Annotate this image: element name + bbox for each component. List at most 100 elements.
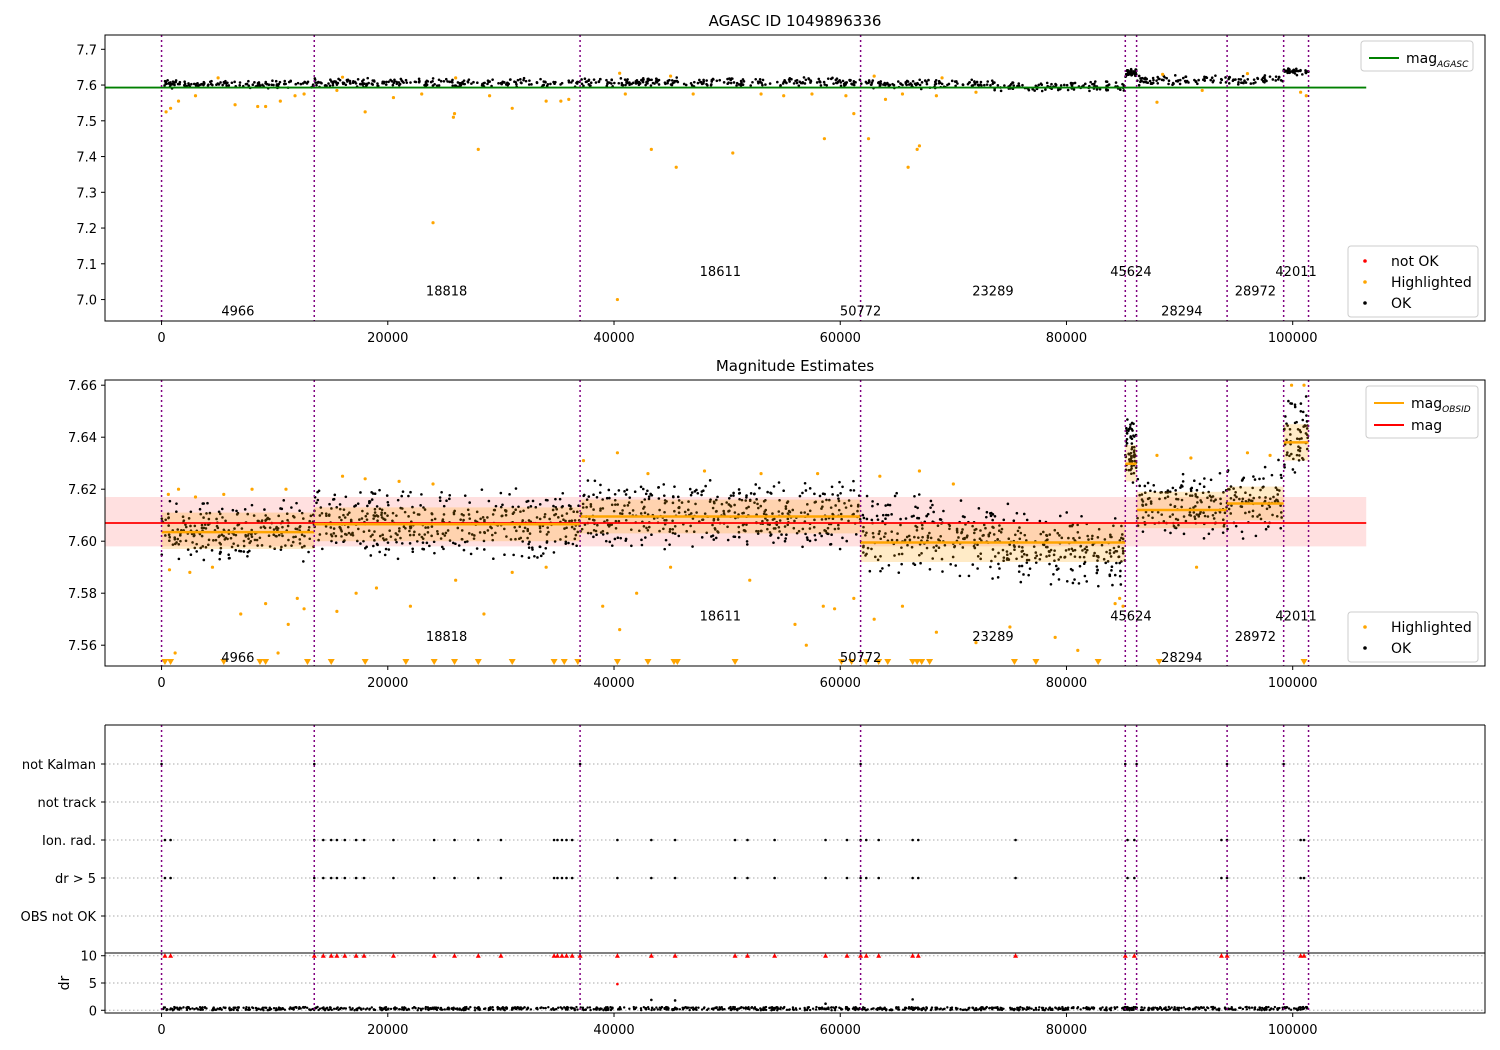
- dr-point: [1113, 1006, 1116, 1009]
- obsid-label: 50772: [840, 304, 881, 319]
- ok-point: [754, 483, 758, 486]
- ok-point: [168, 499, 172, 503]
- ok-point: [375, 505, 379, 508]
- ok-point: [248, 549, 251, 553]
- highlighted-point: [239, 612, 243, 616]
- dr-point: [1016, 1007, 1020, 1010]
- ok-point: [541, 84, 545, 87]
- figure: AGASC ID 1049896336 4966 18818 18611 50772 2…: [21, 12, 1486, 1038]
- flag-point: [746, 876, 749, 880]
- ok-point: [878, 83, 882, 86]
- ok-point: [1141, 530, 1145, 533]
- flag-point: [329, 876, 333, 880]
- y-tick-label: 10: [80, 950, 97, 965]
- ok-point: [823, 492, 826, 496]
- dr-point: [697, 1006, 700, 1009]
- ok-point: [519, 78, 522, 81]
- highlighted-point: [1155, 453, 1159, 457]
- dr-point: [687, 1006, 690, 1009]
- dr-point: [478, 1008, 481, 1012]
- dr-point: [417, 1007, 420, 1010]
- ok-point: [672, 495, 675, 499]
- ok-point: [940, 82, 944, 86]
- dr-point: [165, 1007, 169, 1011]
- ok-point: [1274, 75, 1278, 78]
- ok-point: [1130, 442, 1134, 445]
- dr-point: [332, 1007, 336, 1010]
- ok-point: [849, 488, 852, 492]
- dr-point: [483, 1007, 487, 1010]
- dr-point: [1299, 1006, 1303, 1009]
- ok-point: [170, 82, 173, 86]
- highlighted-point: [169, 106, 173, 110]
- dr-clipped-marker: [915, 953, 921, 958]
- ok-point: [378, 550, 381, 554]
- dr-point: [628, 1007, 631, 1010]
- dr-point: [718, 1006, 721, 1009]
- dr-point: [1115, 1005, 1119, 1009]
- ok-point: [405, 81, 409, 84]
- ok-point: [732, 81, 736, 84]
- ok-point: [727, 81, 730, 85]
- dr-point: [988, 1006, 992, 1010]
- highlighted-point: [363, 477, 367, 481]
- ok-point: [1228, 75, 1231, 79]
- highlighted-point: [1245, 451, 1250, 455]
- dr-point: [854, 1006, 857, 1009]
- dr-point: [1130, 1006, 1133, 1010]
- ok-point: [610, 82, 613, 85]
- ok-point: [899, 517, 902, 521]
- dr-point: [515, 1007, 518, 1011]
- dr-point: [1184, 1007, 1187, 1011]
- highlighted-point: [452, 112, 457, 116]
- ok-point: [267, 83, 271, 87]
- ok-point: [1048, 562, 1051, 566]
- ok-point: [670, 83, 674, 87]
- ok-point: [684, 83, 688, 87]
- dr-point: [201, 1006, 204, 1009]
- dr-point: [469, 1005, 472, 1009]
- ok-point: [749, 84, 753, 87]
- dr-point: [581, 1006, 585, 1009]
- ok-point: [1054, 564, 1058, 568]
- ok-point: [714, 536, 718, 540]
- ok-point: [359, 491, 362, 494]
- ok-point: [516, 78, 520, 82]
- ok-point: [1027, 88, 1031, 92]
- flag-point: [773, 838, 776, 842]
- ok-point: [475, 547, 479, 550]
- highlighted-point: [934, 94, 938, 98]
- ok-point: [334, 541, 338, 545]
- flag-point: [432, 838, 436, 842]
- ok-point: [448, 497, 451, 501]
- ok-point: [949, 562, 952, 566]
- highlighted-point: [222, 492, 226, 496]
- dr-point: [439, 1008, 442, 1011]
- dr-point: [505, 1006, 509, 1010]
- ok-point: [541, 552, 545, 555]
- highlighted-point: [940, 76, 944, 80]
- dr-point: [959, 1008, 962, 1011]
- highlighted-point: [649, 147, 653, 151]
- ok-point: [1249, 82, 1253, 85]
- dr-point: [815, 1005, 818, 1009]
- flag-label: not track: [37, 796, 96, 811]
- x-tick-label: 0: [157, 331, 165, 346]
- dr-clipped-marker: [559, 953, 565, 958]
- flag-point: [362, 838, 366, 842]
- y-tick-label: 7.6: [76, 79, 97, 94]
- dr-point: [216, 1007, 219, 1010]
- ok-point: [610, 544, 614, 547]
- ok-point: [392, 81, 396, 85]
- ok-point: [871, 500, 874, 503]
- dr-point: [1285, 1006, 1289, 1009]
- ok-point: [1268, 75, 1272, 78]
- ok-point: [610, 78, 614, 82]
- ok-point: [1058, 514, 1062, 518]
- ok-point: [732, 491, 735, 495]
- obsid-label: 28972: [1235, 285, 1276, 300]
- ok-point: [1021, 83, 1024, 87]
- ok-point: [261, 83, 264, 87]
- flag-point: [864, 838, 868, 842]
- ok-point: [243, 508, 247, 511]
